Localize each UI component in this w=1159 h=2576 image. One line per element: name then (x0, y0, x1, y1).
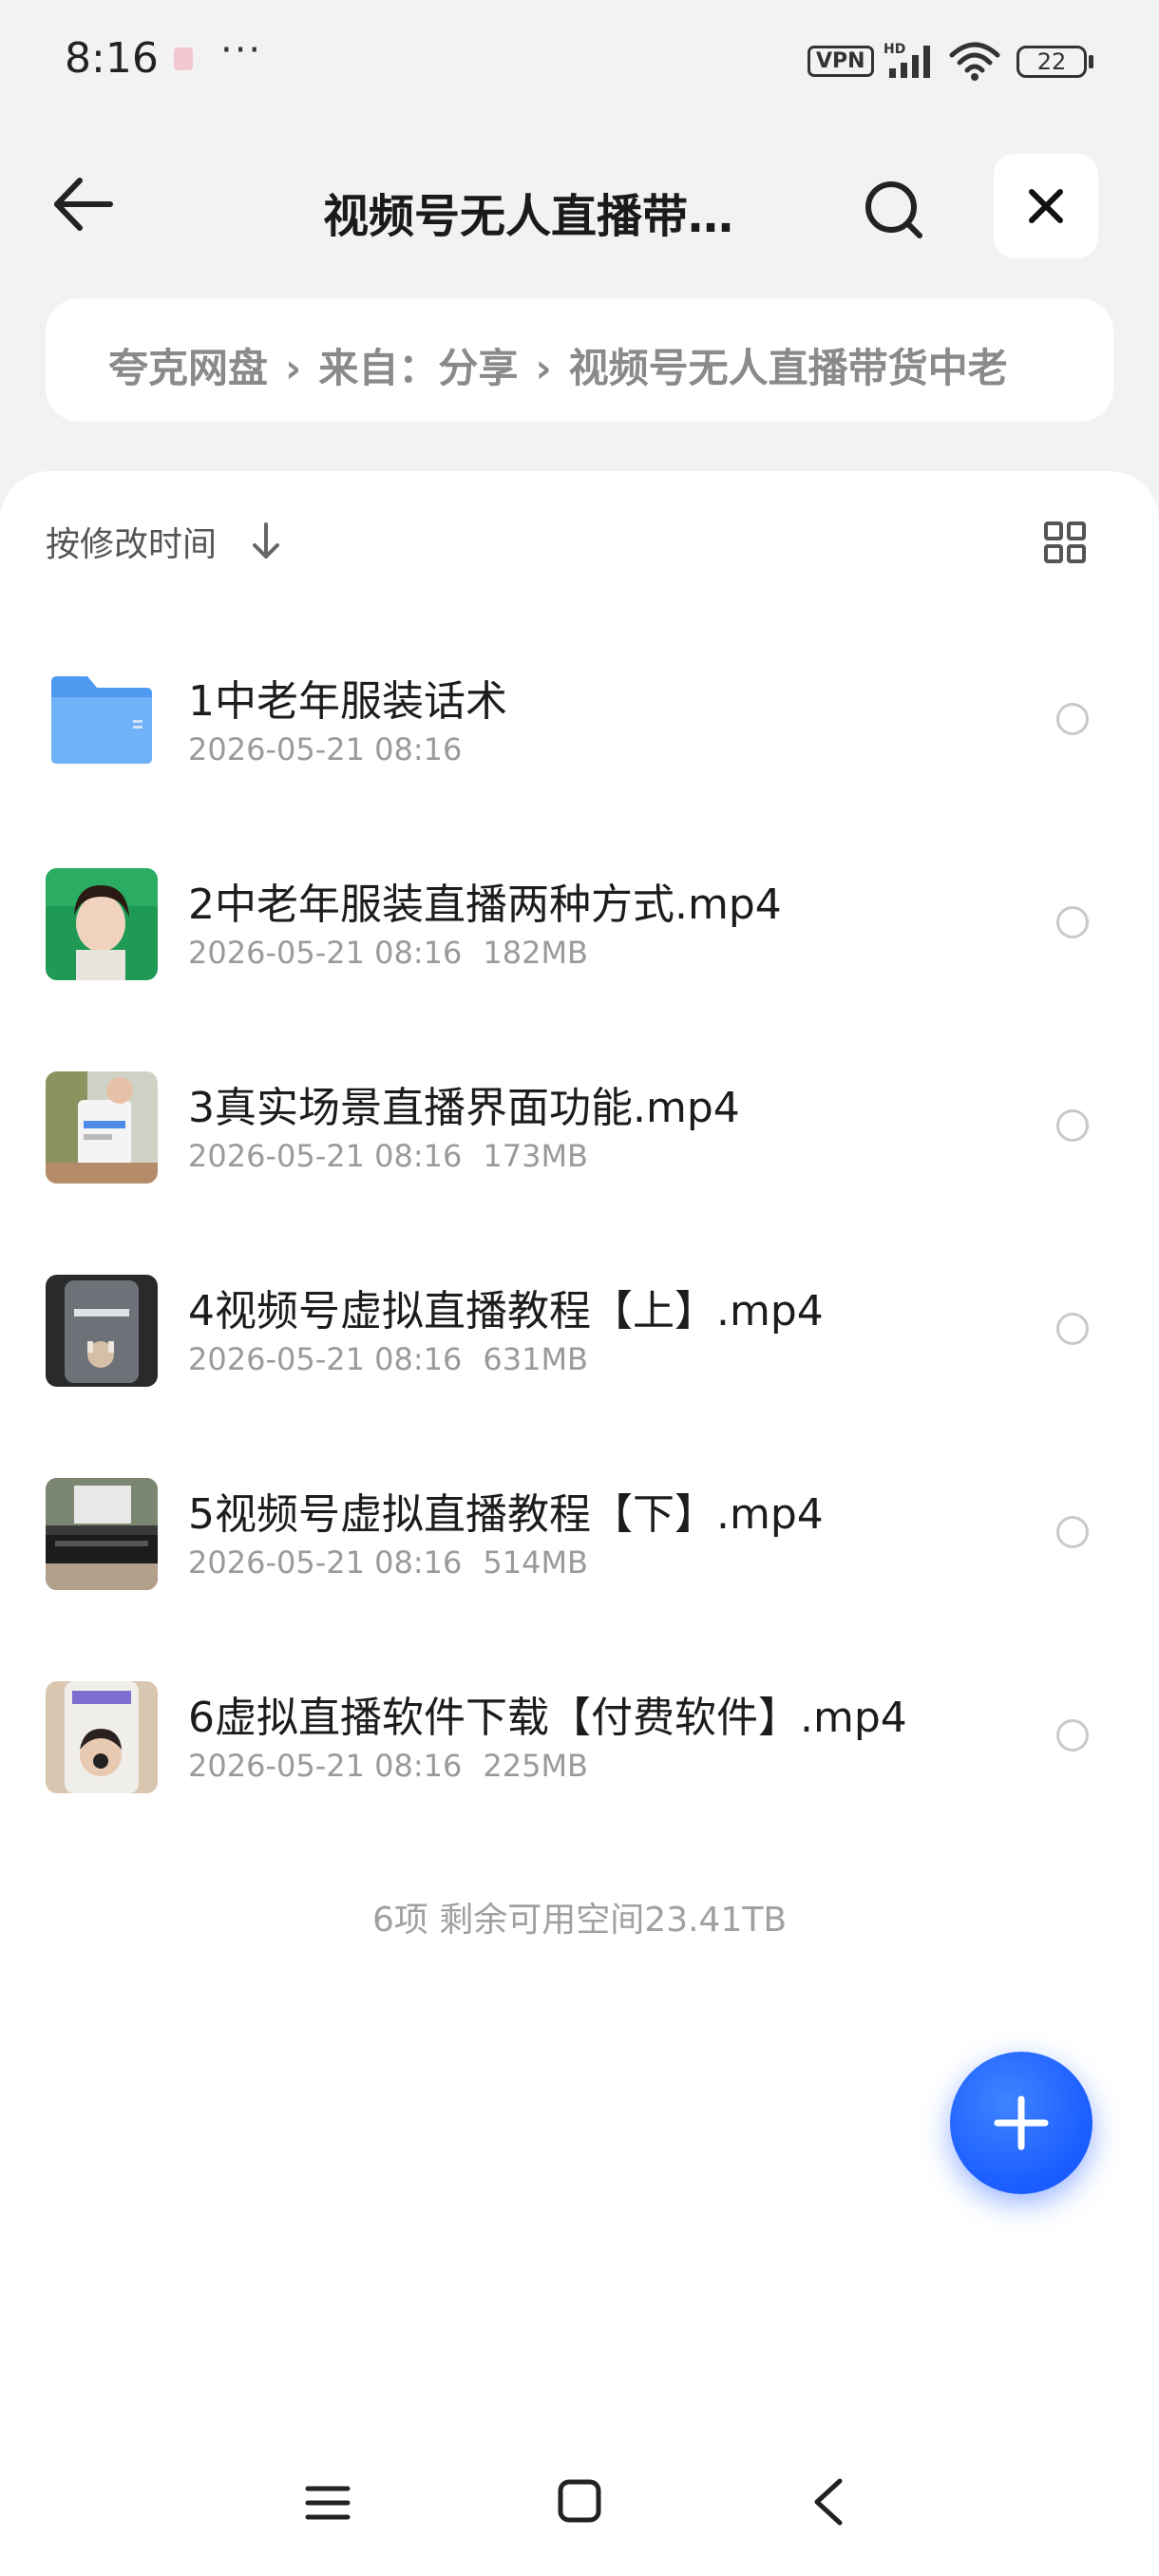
select-radio[interactable] (1056, 906, 1089, 938)
video-thumbnail (46, 1275, 158, 1387)
file-date: 2026-05-21 08:16 (188, 731, 463, 767)
battery-tip (1089, 55, 1093, 68)
select-radio[interactable] (1056, 1516, 1089, 1548)
file-name: 3真实场景直播界面功能.mp4 (188, 1084, 740, 1132)
sort-button[interactable]: 按修改时间 (46, 517, 217, 566)
breadcrumb-item-share[interactable]: 来自：分享 (318, 345, 518, 391)
file-date: 2026-05-21 08:16 (188, 935, 463, 971)
wifi-icon (949, 42, 1000, 81)
arrow-down-icon[interactable] (249, 521, 283, 562)
file-meta: 2026-05-21 08:16 225MB (188, 1748, 588, 1784)
list-item[interactable]: 1中老年服装话术 2026-05-21 08:16 (0, 619, 1159, 823)
top-app-bar: 视频号无人直播带… (0, 142, 1159, 266)
home-icon[interactable] (556, 2477, 603, 2525)
select-radio[interactable] (1056, 703, 1089, 735)
file-meta: 2026-05-21 08:16 182MB (188, 935, 588, 971)
list-item[interactable]: 5视频号虚拟直播教程【下】.mp4 2026-05-21 08:16 514MB (0, 1432, 1159, 1636)
file-meta: 2026-05-21 08:16 631MB (188, 1341, 588, 1377)
more-notifications-icon: ··· (220, 28, 263, 72)
chevron-right-icon: › (535, 345, 552, 391)
video-thumbnail (46, 1071, 158, 1184)
list-item[interactable]: 3真实场景直播界面功能.mp4 2026-05-21 08:16 173MB (0, 1026, 1159, 1229)
file-size: 631MB (483, 1341, 588, 1377)
vpn-badge: VPN (808, 46, 874, 77)
folder-icon (51, 676, 152, 764)
file-size: 182MB (483, 935, 588, 971)
menu-icon[interactable] (304, 2479, 352, 2527)
breadcrumb: 夸克网盘 › 来自：分享 › 视频号无人直播带货中老 (46, 298, 1113, 422)
file-size: 225MB (483, 1748, 588, 1784)
back-icon[interactable] (809, 2475, 847, 2529)
network-type-label: HD (884, 42, 905, 57)
notification-icon (174, 47, 193, 70)
storage-summary: 6项 剩余可用空间23.41TB (371, 1901, 788, 1940)
breadcrumb-fade (1037, 298, 1113, 422)
search-icon[interactable] (855, 171, 931, 247)
file-name: 2中老年服装直播两种方式.mp4 (188, 881, 782, 929)
file-date: 2026-05-21 08:16 (188, 1748, 463, 1784)
add-button[interactable] (950, 2052, 1092, 2194)
video-thumbnail (46, 868, 158, 980)
file-date: 2026-05-21 08:16 (188, 1341, 463, 1377)
list-item[interactable]: 4视频号虚拟直播教程【上】.mp4 2026-05-21 08:16 631MB (0, 1229, 1159, 1432)
file-size: 514MB (483, 1544, 588, 1581)
file-name: 1中老年服装话术 (188, 677, 507, 726)
file-meta: 2026-05-21 08:16 (188, 731, 462, 767)
cellular-signal-icon: HD (884, 42, 930, 78)
file-name: 4视频号虚拟直播教程【上】.mp4 (188, 1287, 824, 1335)
file-name: 5视频号虚拟直播教程【下】.mp4 (188, 1490, 824, 1539)
file-size: 173MB (483, 1138, 588, 1174)
video-thumbnail (46, 1681, 158, 1793)
select-radio[interactable] (1056, 1719, 1089, 1752)
file-meta: 2026-05-21 08:16 514MB (188, 1544, 588, 1581)
close-button[interactable] (994, 154, 1098, 258)
page-title: 视频号无人直播带… (323, 190, 734, 243)
battery-indicator: 22 (1016, 46, 1087, 78)
video-thumbnail (46, 1478, 158, 1590)
select-radio[interactable] (1056, 1313, 1089, 1345)
file-meta: 2026-05-21 08:16 173MB (188, 1138, 588, 1174)
close-icon (1029, 189, 1063, 223)
file-date: 2026-05-21 08:16 (188, 1138, 463, 1174)
status-time: 8:16 (65, 34, 159, 83)
select-radio[interactable] (1056, 1109, 1089, 1142)
file-name: 6虚拟直播软件下载【付费软件】.mp4 (188, 1694, 907, 1742)
file-date: 2026-05-21 08:16 (188, 1544, 463, 1581)
file-list-panel: 按修改时间 1中老年服装话术 2026-05-21 08:16 2中老年服装直播… (0, 471, 1159, 2576)
status-bar: 8:16 ··· VPN HD 22 (0, 0, 1159, 123)
list-item[interactable]: 2中老年服装直播两种方式.mp4 2026-05-21 08:16 182MB (0, 823, 1159, 1026)
grid-view-icon[interactable] (1043, 521, 1087, 564)
list-item[interactable]: 6虚拟直播软件下载【付费软件】.mp4 2026-05-21 08:16 225M… (0, 1636, 1159, 1839)
arrow-left-icon[interactable] (46, 171, 122, 237)
system-nav-bar (0, 2451, 1159, 2555)
breadcrumb-item-current[interactable]: 视频号无人直播带货中老 (569, 345, 1008, 391)
breadcrumb-item-root[interactable]: 夸克网盘 (108, 345, 268, 391)
chevron-right-icon: › (285, 345, 302, 391)
plus-icon (994, 2095, 1049, 2150)
